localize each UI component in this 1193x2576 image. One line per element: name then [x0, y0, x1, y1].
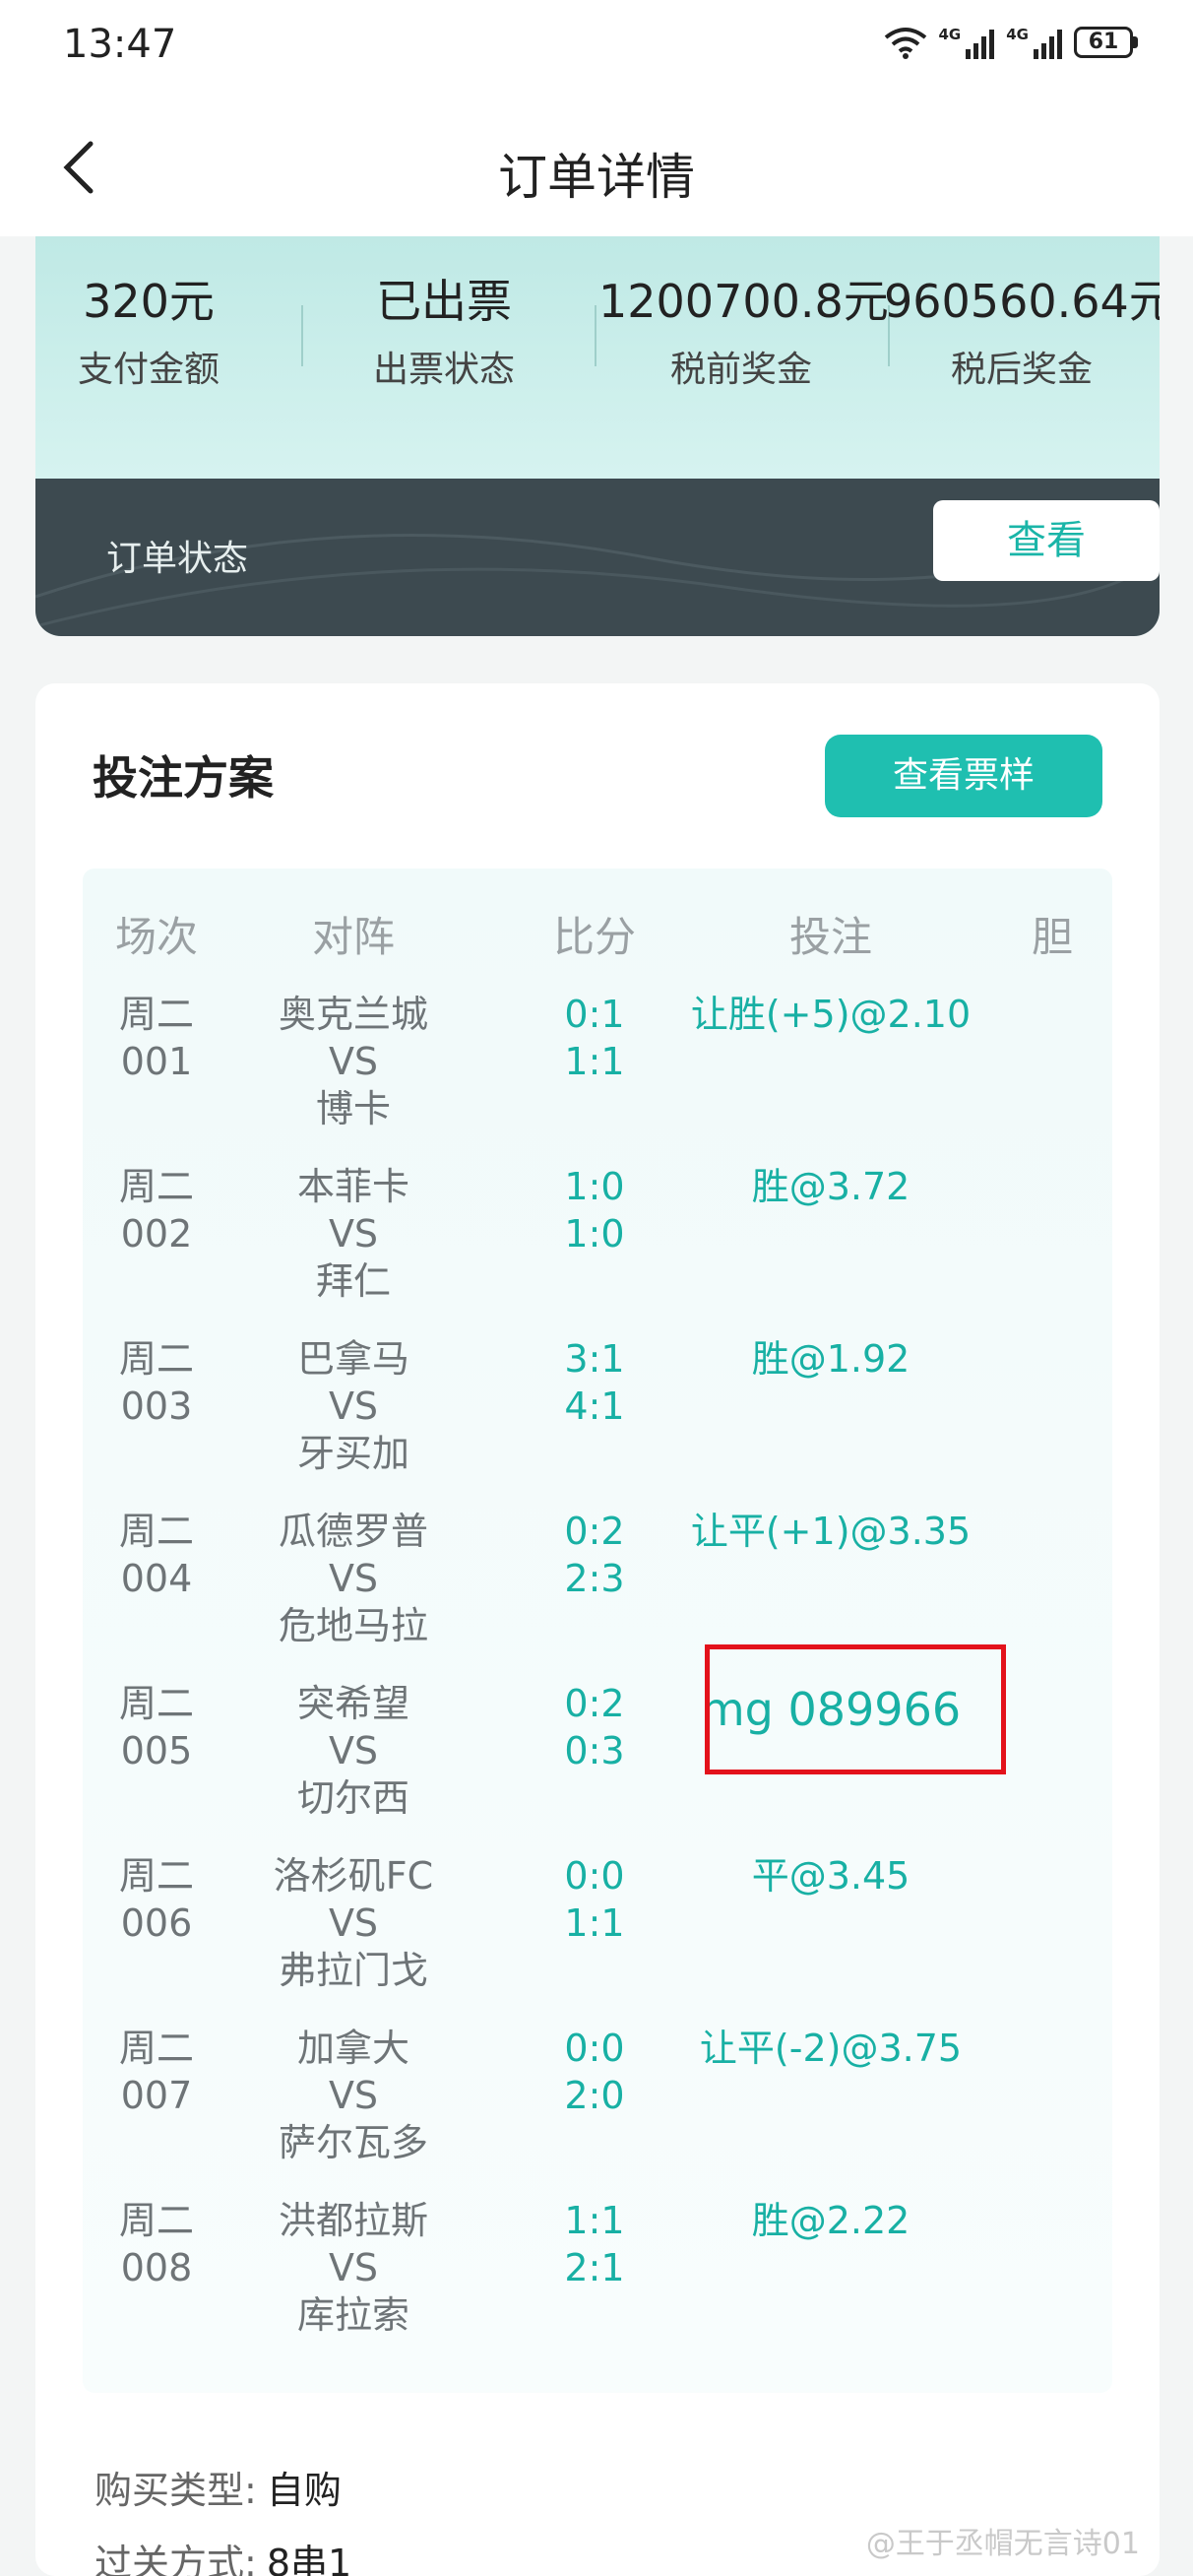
match-cell: 本菲卡 VS 拜仁 — [296, 1165, 409, 1303]
info-label: 购买类型: — [94, 2469, 257, 2512]
match-cell: 瓜德罗普 VS 危地马拉 — [278, 1510, 428, 1647]
bet-cell: 让平(+1)@3.35 — [690, 1510, 972, 1553]
nav-bar: 订单详情 — [0, 98, 1193, 236]
status-bar: 13:47 4G 4G 61 — [0, 0, 1193, 98]
bet-cell: 胜@2.22 — [751, 2199, 910, 2242]
table-row: 周二 006 洛杉矶FC VS 弗拉门戈 0:0 1:1 平@3.45 — [83, 1852, 1112, 2025]
view-ticket-sample-button[interactable]: 查看票样 — [825, 735, 1102, 817]
view-order-status-button[interactable]: 查看 — [933, 500, 1160, 581]
round-cell: 周二 001 — [118, 993, 194, 1083]
table-row: 周二 002 本菲卡 VS 拜仁 1:0 1:0 胜@3.72 — [83, 1163, 1112, 1335]
status-time: 13:47 — [63, 22, 177, 67]
stat-value: 已出票 — [376, 275, 512, 328]
stat-divider — [595, 305, 596, 366]
round-cell: 周二 003 — [118, 1337, 194, 1428]
score-cell: 1:0 1:0 — [564, 1165, 625, 1256]
bet-cell: 胜@1.92 — [751, 1337, 910, 1381]
match-cell: 奥克兰城 VS 博卡 — [278, 993, 428, 1130]
round-cell: 周二 008 — [118, 2199, 194, 2289]
stat-label: 出票状态 — [372, 350, 515, 390]
order-status-label: 订单状态 — [106, 539, 249, 579]
summary-stats: 320元 支付金额 已出票 出票状态 1200700.8元 税前奖金 96056… — [35, 236, 1160, 479]
signal-icon: 4G — [939, 26, 995, 59]
signal-icon: 4G — [1006, 26, 1062, 59]
match-cell: 加拿大 VS 萨尔瓦多 — [278, 2027, 428, 2164]
match-cell: 洪都拉斯 VS 库拉索 — [278, 2199, 428, 2337]
column-header-bet: 投注 — [788, 913, 872, 961]
order-summary-card: 320元 支付金额 已出票 出票状态 1200700.8元 税前奖金 96056… — [35, 236, 1160, 636]
purchase-type: 购买类型: 自购 — [94, 2460, 342, 2514]
table-row: 周二 001 奥克兰城 VS 博卡 0:1 1:1 让胜(+5)@2.10 — [83, 991, 1112, 1163]
score-cell: 0:1 1:1 — [564, 993, 625, 1083]
stat-label: 支付金额 — [77, 350, 220, 390]
stat-label: 税前奖金 — [669, 350, 812, 390]
pass-type: 过关方式: 8串1 — [94, 2533, 351, 2576]
order-status-bar: 订单状态 查看 — [35, 479, 1160, 636]
score-cell: 0:2 2:3 — [564, 1510, 625, 1600]
match-cell: 巴拿马 VS 牙买加 — [296, 1337, 409, 1475]
info-value: 自购 — [266, 2469, 342, 2512]
score-cell: 0:0 1:1 — [564, 1854, 625, 1945]
round-cell: 周二 002 — [118, 1165, 194, 1256]
status-icons: 4G 4G 61 — [884, 26, 1138, 59]
round-cell: 周二 007 — [118, 2027, 194, 2117]
battery-icon: 61 — [1074, 27, 1138, 58]
column-header-score: 比分 — [552, 913, 636, 961]
score-cell: 3:1 4:1 — [564, 1337, 625, 1428]
bet-cell: 平@3.45 — [751, 1854, 910, 1898]
stat-payment: 320元 支付金额 — [35, 266, 262, 394]
bet-cell: 让平(-2)@3.75 — [699, 2027, 963, 2070]
stat-value: 960560.64元 — [884, 275, 1160, 328]
match-cell: 突希望 VS 切尔西 — [296, 1682, 409, 1820]
stat-aftertax-prize: 960560.64元 税后奖金 — [884, 266, 1160, 394]
watermark: @王于丞帽无言诗01 — [865, 2527, 1140, 2561]
column-header-round: 场次 — [114, 913, 198, 961]
table-row: 周二 003 巴拿马 VS 牙买加 3:1 4:1 胜@1.92 — [83, 1335, 1112, 1508]
bet-cell: 胜@3.72 — [751, 1165, 910, 1208]
round-cell: 周二 004 — [118, 1510, 194, 1600]
battery-level: 61 — [1074, 27, 1133, 58]
table-row: 周二 008 洪都拉斯 VS 库拉索 1:1 2:1 胜@2.22 — [83, 2197, 1112, 2369]
column-header-match: 对阵 — [311, 913, 395, 961]
info-value: 8串1 — [266, 2542, 352, 2576]
stat-value: 1200700.8元 — [598, 275, 889, 328]
score-cell: 1:1 2:1 — [564, 2199, 625, 2289]
info-label: 过关方式: — [94, 2542, 257, 2576]
bet-cell: 让胜(+5)@2.10 — [690, 993, 972, 1036]
round-cell: 周二 006 — [118, 1854, 194, 1945]
section-title: 投注方案 — [93, 751, 274, 805]
bet-table: 场次 对阵 比分 投注 胆 周二 001 奥克兰城 VS 博卡 0:1 1:1 让胜(+… — [83, 869, 1112, 2393]
stat-label: 税后奖金 — [950, 350, 1093, 390]
match-cell: 洛杉矶FC VS 弗拉门戈 — [273, 1854, 434, 1992]
table-row: 周二 007 加拿大 VS 萨尔瓦多 0:0 2:0 让平(-2)@3.75 — [83, 2025, 1112, 2197]
stat-ticket-status: 已出票 出票状态 — [331, 266, 557, 394]
page-title: 订单详情 — [498, 149, 695, 206]
bet-plan-card: 投注方案 查看票样 场次 对阵 比分 投注 胆 周二 001 奥克兰城 VS 博卡 0… — [35, 683, 1160, 2576]
score-cell: 0:0 2:0 — [564, 2027, 625, 2117]
red-highlight-box — [705, 1644, 1006, 1774]
score-cell: 0:2 0:3 — [564, 1682, 625, 1772]
wifi-icon — [884, 28, 926, 59]
column-header-banker: 胆 — [1031, 913, 1073, 961]
stat-pretax-prize: 1200700.8元 税前奖金 — [598, 266, 889, 394]
round-cell: 周二 005 — [118, 1682, 194, 1772]
stat-divider — [301, 305, 303, 366]
stat-value: 320元 — [83, 275, 215, 328]
